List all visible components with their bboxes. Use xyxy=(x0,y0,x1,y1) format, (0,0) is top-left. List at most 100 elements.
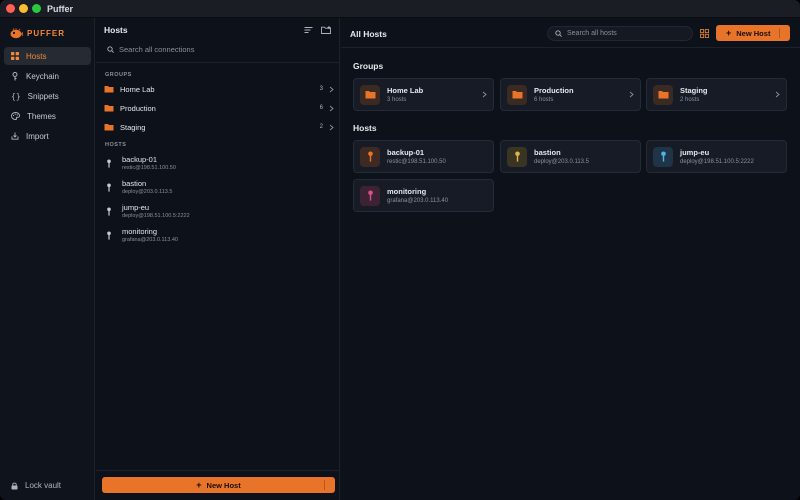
folder-icon xyxy=(104,105,114,112)
host-name: bastion xyxy=(122,179,147,188)
connections-search-input[interactable]: Search all connections xyxy=(104,42,332,56)
host-row-bastion[interactable]: bastion deploy@203.0.113.5 xyxy=(104,176,334,198)
host-card-bastion[interactable]: bastion deploy@203.0.113.5 xyxy=(500,140,641,173)
sidebar-item-snippets[interactable]: {} Snippets xyxy=(4,87,91,105)
group-name: Home Lab xyxy=(120,84,155,94)
sidebar-item-label: Keychain xyxy=(26,71,59,81)
hosts-section-label: HOSTS xyxy=(105,142,127,148)
sidebar-item-themes[interactable]: Themes xyxy=(4,107,91,125)
zoom-window-button[interactable] xyxy=(32,4,41,13)
new-host-label: New Host xyxy=(206,480,241,490)
window-title: Puffer xyxy=(47,4,74,14)
lock-icon xyxy=(11,482,18,489)
page-title: All Hosts xyxy=(350,29,387,39)
group-name: Production xyxy=(534,86,574,95)
group-row-home-lab[interactable]: Home Lab 3 xyxy=(104,81,334,97)
host-address: restic@198.51.100.50 xyxy=(387,159,446,165)
host-address: deploy@198.51.100.5:2222 xyxy=(680,159,754,165)
app-window: Puffer PUFFER Hosts Keychain {} Snippets… xyxy=(0,0,800,500)
panel-toolbar xyxy=(304,26,331,34)
folder-icon xyxy=(653,84,673,105)
chevron-right-icon xyxy=(482,91,487,98)
group-name: Staging xyxy=(680,86,708,95)
group-host-count: 2 hosts xyxy=(680,97,700,103)
new-host-label: New Host xyxy=(736,28,771,38)
host-name: monitoring xyxy=(122,227,158,236)
key-icon xyxy=(104,158,114,168)
key-icon xyxy=(360,185,380,206)
host-card-jump-eu[interactable]: jump-eu deploy@198.51.100.5:2222 xyxy=(646,140,787,173)
hosts-search-input[interactable]: Search all hosts xyxy=(547,26,693,41)
sidebar-item-label: Hosts xyxy=(26,51,47,61)
panel-title: Hosts xyxy=(104,25,128,35)
key-icon xyxy=(104,206,114,216)
sidebar-item-import[interactable]: Import xyxy=(4,127,91,145)
new-host-button[interactable]: + New Host xyxy=(102,477,335,493)
group-row-staging[interactable]: Staging 2 xyxy=(104,119,334,135)
host-row-monitoring[interactable]: monitoring grafana@203.0.113.40 xyxy=(104,224,334,246)
search-placeholder: Search all connections xyxy=(119,44,195,54)
group-card-production[interactable]: Production 6 hosts xyxy=(500,78,641,111)
groups-heading: Groups xyxy=(353,61,384,71)
button-divider xyxy=(324,480,325,490)
sidebar-item-label: Themes xyxy=(27,111,56,121)
new-host-button[interactable]: + New Host xyxy=(716,25,790,41)
group-host-count: 3 hosts xyxy=(387,97,407,103)
puffer-fish-icon xyxy=(10,27,23,38)
host-address: deploy@203.0.113.5 xyxy=(534,159,590,165)
divider xyxy=(96,62,340,63)
sidebar-item-hosts[interactable]: Hosts xyxy=(4,47,91,65)
title-bar: Puffer xyxy=(0,0,800,18)
host-address: restic@198.51.100.50 xyxy=(122,165,176,171)
key-icon xyxy=(360,146,380,167)
sidebar-nav: Hosts Keychain {} Snippets Themes Import xyxy=(4,47,91,147)
new-folder-icon[interactable] xyxy=(321,26,331,34)
palette-icon xyxy=(11,112,20,120)
divider xyxy=(96,470,340,471)
group-name: Home Lab xyxy=(387,86,424,95)
group-count: 3 xyxy=(319,86,323,92)
search-icon xyxy=(107,45,114,53)
grid-icon xyxy=(11,52,19,60)
group-card-home-lab[interactable]: Home Lab 3 hosts xyxy=(353,78,494,111)
chevron-right-icon xyxy=(329,124,334,130)
folder-icon xyxy=(104,124,114,131)
group-card-staging[interactable]: Staging 2 hosts xyxy=(646,78,787,111)
chevron-right-icon xyxy=(329,105,334,111)
plus-icon: + xyxy=(196,480,202,490)
group-host-count: 6 hosts xyxy=(534,97,554,103)
host-address: grafana@203.0.113.40 xyxy=(387,198,449,204)
host-name: jump-eu xyxy=(680,148,710,157)
search-placeholder: Search all hosts xyxy=(567,30,617,37)
host-row-backup-01[interactable]: backup-01 restic@198.51.100.50 xyxy=(104,152,334,174)
braces-icon: {} xyxy=(11,91,21,101)
grid-view-icon[interactable] xyxy=(699,28,710,39)
host-card-backup-01[interactable]: backup-01 restic@198.51.100.50 xyxy=(353,140,494,173)
groups-section-label: GROUPS xyxy=(105,72,132,78)
host-row-jump-eu[interactable]: jump-eu deploy@198.51.100.5:2222 xyxy=(104,200,334,222)
key-icon xyxy=(12,71,18,80)
group-name: Staging xyxy=(120,122,146,132)
brand-name: PUFFER xyxy=(27,28,65,38)
minimize-window-button[interactable] xyxy=(19,4,28,13)
hosts-list-panel: Hosts Search all connections GROUPS Home… xyxy=(96,18,340,500)
group-count: 6 xyxy=(319,105,323,111)
host-address: deploy@203.0.113.5 xyxy=(122,189,173,195)
sort-list-icon[interactable] xyxy=(304,26,313,34)
sidebar: PUFFER Hosts Keychain {} Snippets Themes… xyxy=(0,18,95,500)
lock-vault-label: Lock vault xyxy=(25,481,62,490)
lock-vault-button[interactable]: Lock vault xyxy=(11,481,61,490)
group-row-production[interactable]: Production 6 xyxy=(104,100,334,116)
chevron-right-icon xyxy=(629,91,634,98)
import-icon xyxy=(11,132,19,140)
close-window-button[interactable] xyxy=(6,4,15,13)
host-card-monitoring[interactable]: monitoring grafana@203.0.113.40 xyxy=(353,179,494,212)
host-name: jump-eu xyxy=(122,203,150,212)
sidebar-item-keychain[interactable]: Keychain xyxy=(4,67,91,85)
plus-icon: + xyxy=(726,28,732,38)
host-name: bastion xyxy=(534,148,561,157)
key-icon xyxy=(104,230,114,240)
main-header: All Hosts Search all hosts + New Host xyxy=(341,18,800,48)
key-icon xyxy=(653,146,673,167)
button-divider xyxy=(779,28,780,38)
